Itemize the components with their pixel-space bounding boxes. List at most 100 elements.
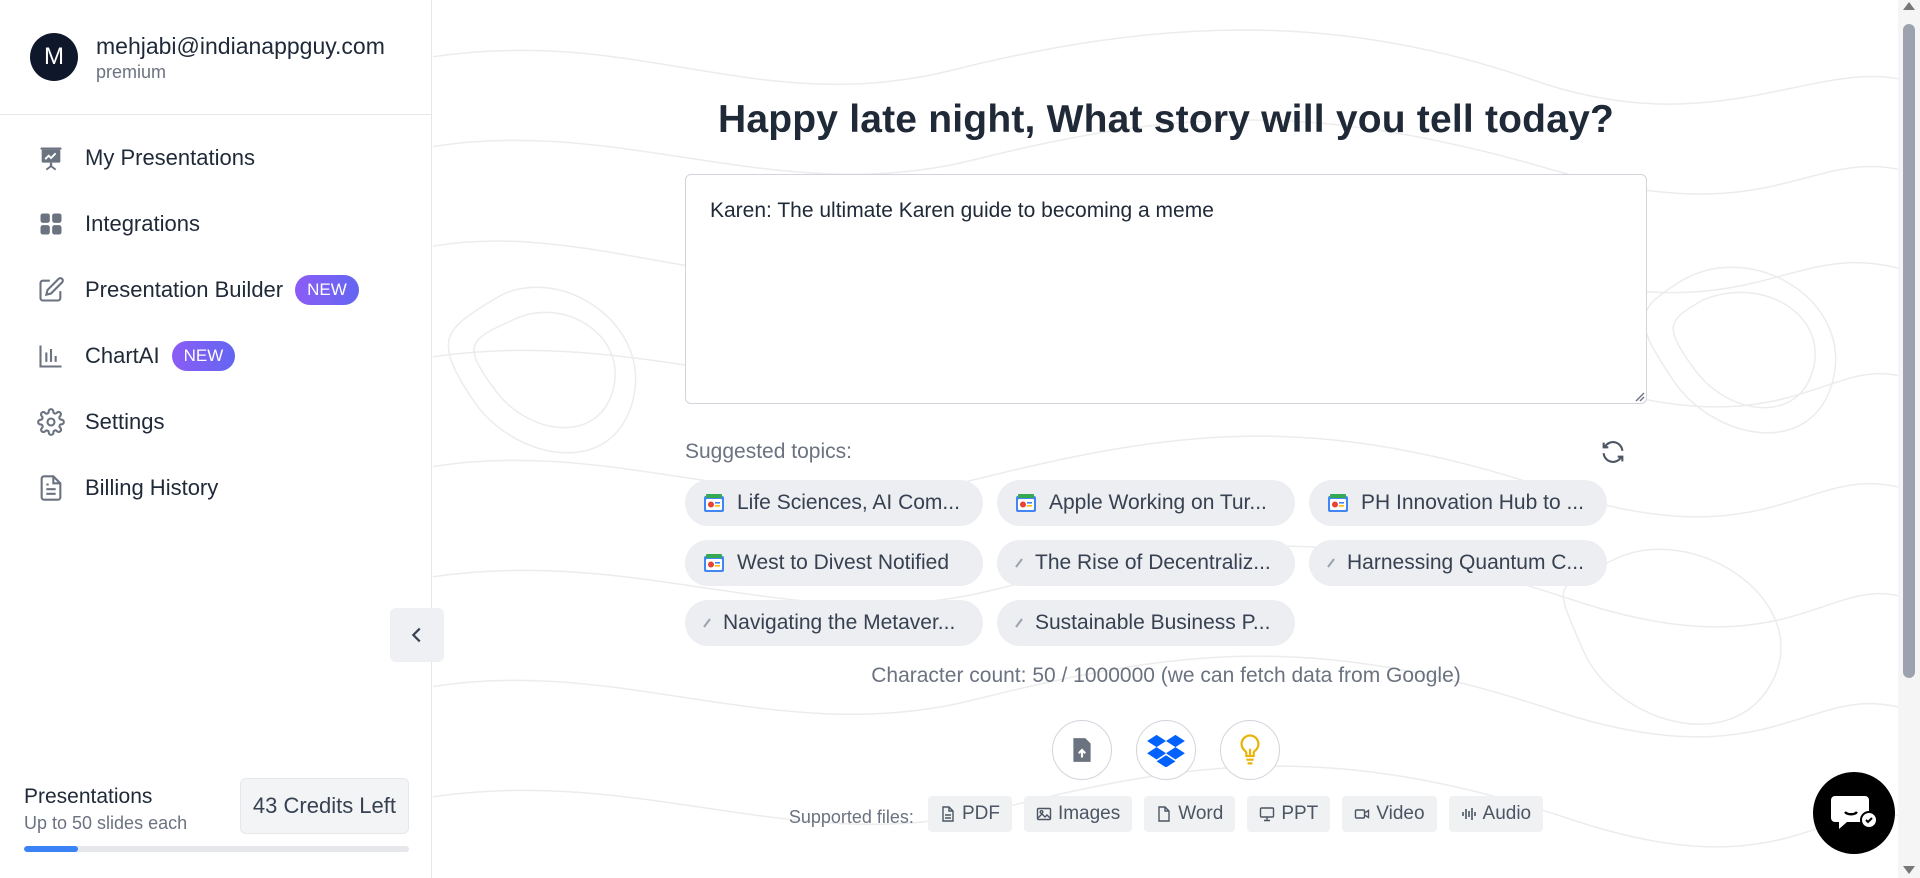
main-content: Happy late night, What story will you te… [433,0,1898,878]
suggested-topic-chip[interactable]: PH Innovation Hub to ... [1309,480,1607,526]
suggested-topic-chip[interactable]: Harnessing Quantum C... [1309,540,1607,586]
sidebar-item-chartai[interactable]: ChartAI NEW [0,323,431,389]
sidebar-item-presentation-builder[interactable]: Presentation Builder NEW [0,257,431,323]
user-email: mehjabi@indianappguy.com [96,32,385,59]
suggested-topic-chip[interactable]: Sustainable Business P... [997,600,1295,646]
supported-files-label: Supported files: [788,806,914,827]
sidebar-nav: My Presentations Integrations Presentati… [0,115,431,521]
document-icon [37,474,65,502]
pen-icon [1327,558,1335,568]
suggested-topic-label: West to Divest Notified [737,551,950,574]
topic-textarea[interactable]: Karen: The ultimate Karen guide to becom… [685,174,1647,404]
pen-icon [703,618,711,628]
user-plan: premium [96,61,167,82]
sidebar: M mehjabi@indianappguy.com premium My Pr… [0,0,432,878]
file-type-label: Word [1178,803,1224,824]
suggested-topic-chip[interactable]: The Rise of Decentraliz... [997,540,1295,586]
sidebar-item-label: My Presentations [85,145,255,170]
suggested-topic-label: Navigating the Metaver... [723,611,956,634]
credits-row: Presentations Up to 50 slides each 43 Cr… [24,778,409,834]
suggested-topic-label: Life Sciences, AI Com... [737,491,960,514]
sidebar-item-label: Settings [85,409,165,434]
sidebar-item-label: ChartAI [85,343,160,368]
sidebar-item-integrations[interactable]: Integrations [0,191,431,257]
file-type-label: Video [1376,803,1425,824]
file-type-video: Video [1342,796,1437,832]
suggested-topic-chip[interactable]: Life Sciences, AI Com... [685,480,983,526]
story-composer: Happy late night, What story will you te… [685,0,1647,832]
suggested-topic-label: Apple Working on Tur... [1049,491,1267,514]
upload-file-button[interactable] [1052,720,1112,780]
sidebar-item-settings[interactable]: Settings [0,389,431,455]
resize-handle-icon[interactable] [1633,390,1645,402]
profile-section[interactable]: M mehjabi@indianappguy.com premium [0,0,431,115]
suggested-topic-label: Harnessing Quantum C... [1347,551,1584,574]
suggested-topics-header: Suggested topics: [685,438,1647,466]
file-type-label: Audio [1482,803,1532,824]
collapse-sidebar-button[interactable] [390,608,444,662]
profile-text: mehjabi@indianappguy.com premium [96,32,385,83]
upload-actions [685,720,1647,780]
upload-icon [1073,738,1091,762]
suggested-topics-label: Suggested topics: [685,440,852,463]
gear-icon [37,408,65,436]
credits-progress-fill [24,846,78,852]
document-icon [1158,806,1170,822]
topic-input-wrapper: Karen: The ultimate Karen guide to becom… [685,174,1647,404]
sidebar-item-label: Billing History [85,475,219,500]
file-type-label: PDF [961,803,1000,824]
suggested-topic-label: Sustainable Business P... [1035,611,1271,634]
supported-files-row: Supported files: PDF Images Word PPT Vid… [685,796,1647,832]
scroll-up-arrow-icon[interactable] [1903,2,1915,10]
image-icon [1036,807,1052,821]
audio-icon [1461,808,1476,820]
new-badge: NEW [295,275,359,305]
pen-icon [1015,618,1023,628]
suggested-topic-chip[interactable]: West to Divest Notified [685,540,983,586]
avatar[interactable]: M [30,33,78,81]
character-count: Character count: 50 / 1000000 (we can fe… [871,664,1461,687]
suggested-topic-chip[interactable]: Navigating the Metaver... [685,600,983,646]
google-news-icon [703,553,725,573]
dropbox-icon [1147,734,1185,767]
credits-progress-bar [24,846,409,852]
file-type-audio: Audio [1448,796,1544,832]
credits-footer: Presentations Up to 50 slides each 43 Cr… [24,778,409,852]
file-icon [942,806,954,822]
pen-icon [1015,558,1023,568]
bar-chart-icon [37,342,65,370]
scroll-down-arrow-icon[interactable] [1903,866,1915,874]
suggested-topics-list: Life Sciences, AI Com... Apple Working o… [685,480,1647,646]
lightbulb-icon [1240,734,1260,765]
google-news-icon [1015,493,1037,513]
refresh-icon[interactable] [1599,438,1627,466]
scrollbar-thumb[interactable] [1903,24,1915,678]
presentation-icon [1260,807,1275,822]
file-type-word: Word [1144,796,1236,832]
file-type-ppt: PPT [1247,796,1331,832]
chevron-left-icon [411,627,421,643]
page-title: Happy late night, What story will you te… [717,98,1615,141]
chat-support-button[interactable] [1813,772,1895,854]
file-type-label: PPT [1281,803,1319,824]
file-type-images: Images [1023,796,1133,832]
google-news-icon [1327,493,1349,513]
presentations-title: Presentations [24,785,153,808]
credits-left-button[interactable]: 43 Credits Left [239,778,409,834]
google-news-icon [703,493,725,513]
sidebar-item-label: Presentation Builder [85,277,284,302]
sidebar-item-label: Integrations [85,211,200,236]
dropbox-button[interactable] [1136,720,1196,780]
presentation-icon [37,144,65,172]
suggested-topic-chip[interactable]: Apple Working on Tur... [997,480,1295,526]
sidebar-item-billing-history[interactable]: Billing History [0,455,431,521]
page-scrollbar[interactable] [1898,0,1920,878]
grid-icon [37,210,65,238]
idea-button[interactable] [1220,720,1280,780]
sidebar-item-my-presentations[interactable]: My Presentations [0,125,431,191]
edit-icon [37,276,65,304]
chat-icon [1831,796,1877,829]
suggested-topic-label: The Rise of Decentraliz... [1035,551,1271,574]
new-badge: NEW [171,341,236,371]
video-icon [1355,809,1370,819]
